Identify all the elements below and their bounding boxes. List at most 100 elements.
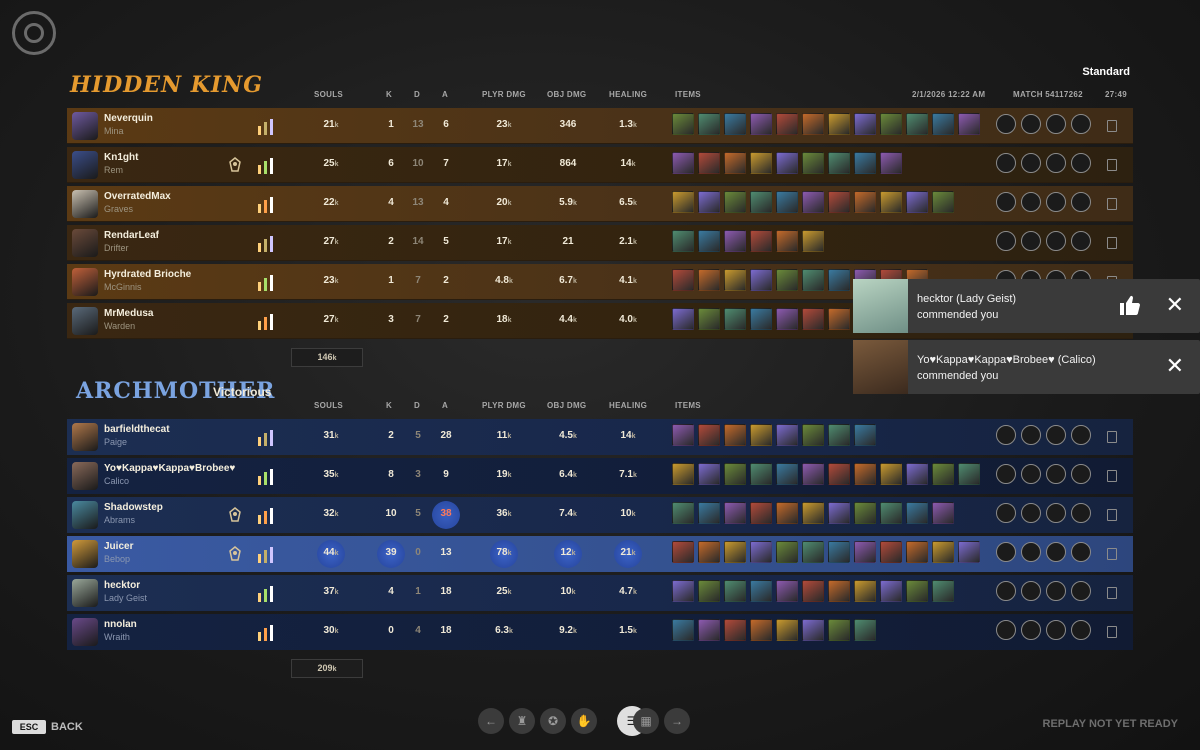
player-row[interactable]: Juicer Bebop 44k 39 0 13 78k 12k 21k	[67, 536, 1133, 572]
hand-icon[interactable]: ✋	[571, 708, 597, 734]
medal-icon[interactable]: ✪	[540, 708, 566, 734]
ability-icon[interactable]	[996, 114, 1016, 134]
ability-icon[interactable]	[996, 425, 1016, 445]
ability-icon[interactable]	[1071, 153, 1091, 173]
item-icon[interactable]	[750, 230, 772, 252]
item-icon[interactable]	[750, 502, 772, 524]
item-icon[interactable]	[932, 463, 954, 485]
player-row[interactable]: nnolan Wraith 30k 0 4 18 6.3k 9.2k 1.5k	[67, 614, 1133, 650]
player-name[interactable]: MrMedusa	[104, 308, 153, 319]
item-icon[interactable]	[932, 541, 954, 563]
item-icon[interactable]	[724, 230, 746, 252]
item-icon[interactable]	[828, 191, 850, 213]
item-icon[interactable]	[750, 424, 772, 446]
player-row[interactable]: Yo♥Kappa♥Kappa♥Brobee♥ Calico 35k 8 3 9 19k 6.4…	[67, 458, 1133, 494]
item-icon[interactable]	[724, 619, 746, 641]
ability-icon[interactable]	[1021, 620, 1041, 640]
item-icon[interactable]	[854, 191, 876, 213]
trophy-icon[interactable]: ♜	[509, 708, 535, 734]
item-icon[interactable]	[750, 152, 772, 174]
item-icon[interactable]	[802, 424, 824, 446]
ability-icon[interactable]	[1021, 114, 1041, 134]
ability-icon[interactable]	[996, 153, 1016, 173]
item-icon[interactable]	[698, 191, 720, 213]
item-icon[interactable]	[724, 463, 746, 485]
item-icon[interactable]	[724, 113, 746, 135]
item-icon[interactable]	[672, 113, 694, 135]
copy-icon[interactable]	[1107, 509, 1117, 521]
item-icon[interactable]	[672, 502, 694, 524]
copy-icon[interactable]	[1107, 626, 1117, 638]
copy-icon[interactable]	[1107, 548, 1117, 560]
player-name[interactable]: Neverquin	[104, 113, 153, 124]
item-icon[interactable]	[750, 463, 772, 485]
ability-icon[interactable]	[996, 620, 1016, 640]
item-icon[interactable]	[958, 463, 980, 485]
player-row[interactable]: Shadowstep Abrams 32k 10 5 38 36k 7.4k 10k	[67, 497, 1133, 533]
item-icon[interactable]	[776, 269, 798, 291]
copy-icon[interactable]	[1107, 587, 1117, 599]
ability-icon[interactable]	[1021, 425, 1041, 445]
item-icon[interactable]	[724, 580, 746, 602]
item-icon[interactable]	[698, 619, 720, 641]
copy-icon[interactable]	[1107, 237, 1117, 249]
item-icon[interactable]	[854, 502, 876, 524]
item-icon[interactable]	[698, 463, 720, 485]
item-icon[interactable]	[672, 424, 694, 446]
item-icon[interactable]	[906, 541, 928, 563]
copy-icon[interactable]	[1107, 120, 1117, 132]
item-icon[interactable]	[828, 269, 850, 291]
thumbs-up-icon[interactable]	[1118, 293, 1142, 323]
item-icon[interactable]	[802, 541, 824, 563]
item-icon[interactable]	[776, 152, 798, 174]
ability-icon[interactable]	[996, 503, 1016, 523]
item-icon[interactable]	[750, 269, 772, 291]
item-icon[interactable]	[828, 580, 850, 602]
player-row[interactable]: barfieldthecat Paige 31k 2 5 28 11k 4.5k 14k	[67, 419, 1133, 455]
item-icon[interactable]	[880, 463, 902, 485]
item-icon[interactable]	[750, 580, 772, 602]
copy-icon[interactable]	[1107, 431, 1117, 443]
player-name[interactable]: OverratedMax	[104, 191, 171, 202]
ability-icon[interactable]	[1021, 231, 1041, 251]
ability-icon[interactable]	[1071, 503, 1091, 523]
ability-icon[interactable]	[1071, 425, 1091, 445]
item-icon[interactable]	[776, 463, 798, 485]
item-icon[interactable]	[880, 191, 902, 213]
item-icon[interactable]	[932, 113, 954, 135]
item-icon[interactable]	[698, 580, 720, 602]
item-icon[interactable]	[776, 619, 798, 641]
item-icon[interactable]	[672, 230, 694, 252]
item-icon[interactable]	[906, 502, 928, 524]
item-icon[interactable]	[724, 424, 746, 446]
item-icon[interactable]	[698, 541, 720, 563]
item-icon[interactable]	[698, 113, 720, 135]
ability-icon[interactable]	[996, 581, 1016, 601]
item-icon[interactable]	[880, 502, 902, 524]
item-icon[interactable]	[802, 502, 824, 524]
close-icon[interactable]: ✕	[1166, 355, 1184, 377]
ability-icon[interactable]	[1021, 542, 1041, 562]
item-icon[interactable]	[672, 541, 694, 563]
item-icon[interactable]	[828, 308, 850, 330]
ability-icon[interactable]	[1046, 464, 1066, 484]
next-arrow-icon[interactable]: →	[664, 708, 690, 734]
item-icon[interactable]	[750, 308, 772, 330]
ability-icon[interactable]	[1046, 425, 1066, 445]
item-icon[interactable]	[724, 269, 746, 291]
item-icon[interactable]	[906, 191, 928, 213]
item-icon[interactable]	[724, 308, 746, 330]
player-name[interactable]: RendarLeaf	[104, 230, 159, 241]
item-icon[interactable]	[828, 619, 850, 641]
player-name[interactable]: hecktor	[104, 580, 140, 591]
copy-icon[interactable]	[1107, 198, 1117, 210]
item-icon[interactable]	[906, 463, 928, 485]
item-icon[interactable]	[750, 191, 772, 213]
ability-icon[interactable]	[1071, 620, 1091, 640]
item-icon[interactable]	[880, 113, 902, 135]
item-icon[interactable]	[906, 113, 928, 135]
player-name[interactable]: nnolan	[104, 619, 137, 630]
ability-icon[interactable]	[1046, 542, 1066, 562]
item-icon[interactable]	[828, 113, 850, 135]
item-icon[interactable]	[776, 424, 798, 446]
